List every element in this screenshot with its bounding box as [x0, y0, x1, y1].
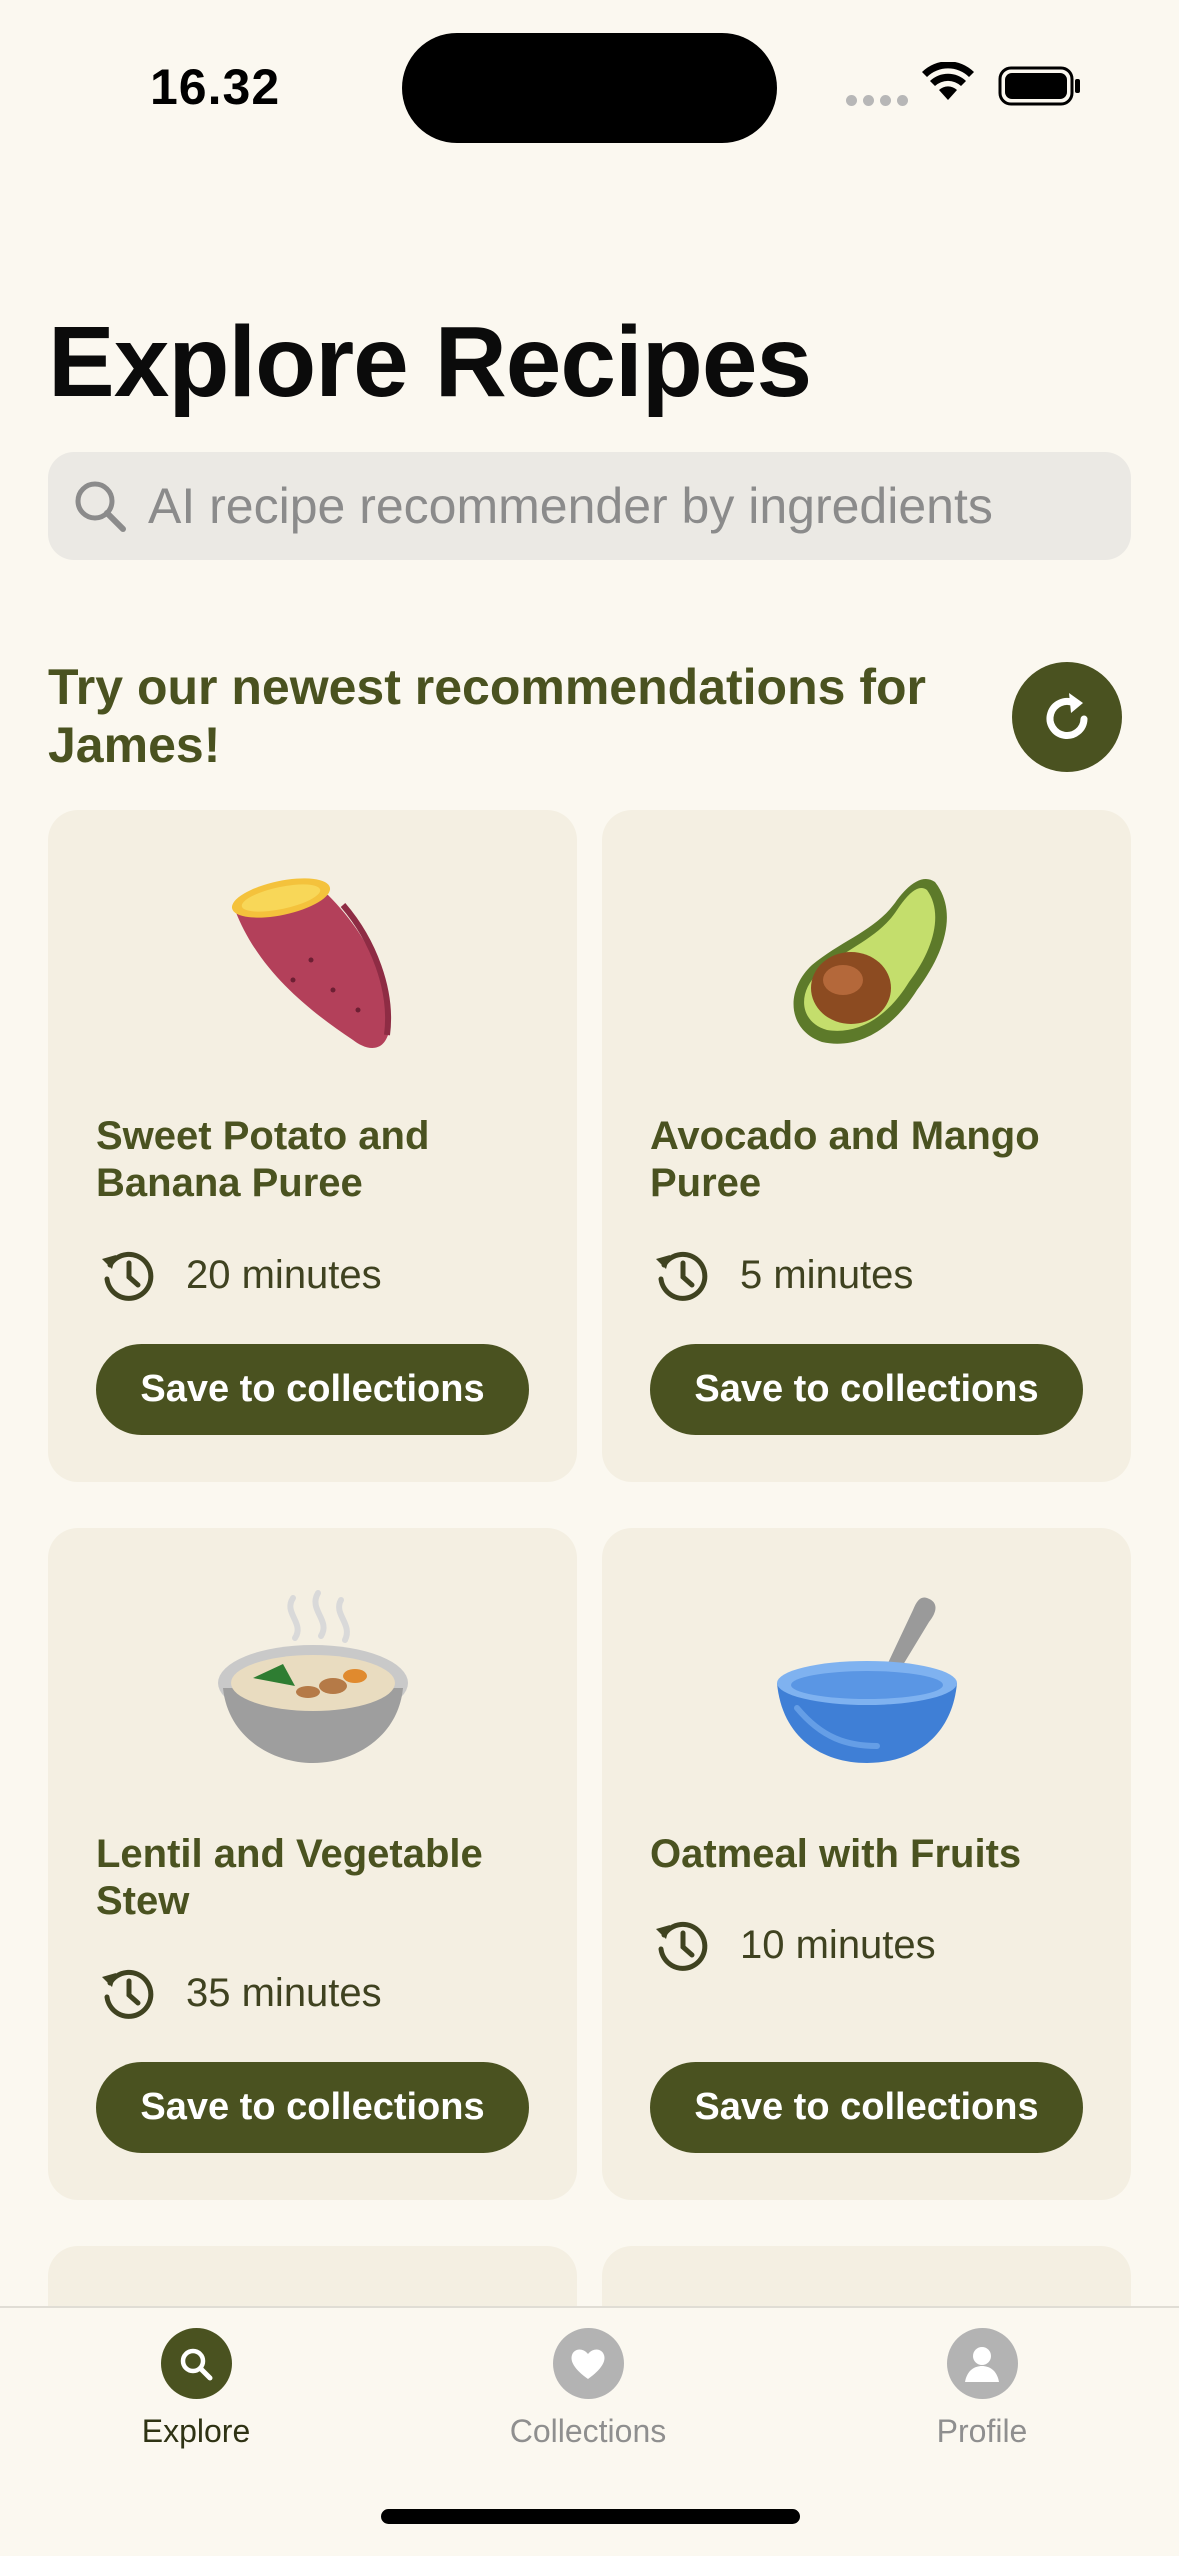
search-icon — [160, 2328, 232, 2399]
recipe-card[interactable]: Lentil and Vegetable Stew 35 minutes Sav… — [48, 1528, 577, 2200]
save-to-collections-button[interactable]: Save to collections — [96, 1344, 529, 1435]
cook-time: 10 minutes — [650, 1913, 936, 1977]
tab-collections-label: Collections — [509, 2413, 667, 2449]
stew-bowl-icon — [48, 1588, 577, 1778]
tab-profile[interactable]: Profile — [862, 2328, 1102, 2450]
battery-icon — [998, 66, 1080, 106]
tab-collections[interactable]: Collections — [468, 2328, 708, 2450]
sweet-potato-icon — [48, 870, 577, 1060]
avocado-icon — [602, 870, 1131, 1060]
recipe-card[interactable]: Sweet Potato and Banana Puree 20 minutes… — [48, 810, 577, 1482]
cook-time: 35 minutes — [96, 1961, 382, 2025]
cellular-signal-icon — [846, 95, 908, 106]
cook-time-text: 20 minutes — [186, 1252, 382, 1297]
history-clock-icon — [650, 1243, 714, 1307]
save-to-collections-button[interactable]: Save to collections — [96, 2062, 529, 2153]
search-placeholder: AI recipe recommender by ingredients — [148, 478, 993, 534]
save-to-collections-button[interactable]: Save to collections — [650, 1344, 1083, 1435]
home-indicator[interactable] — [381, 2509, 800, 2524]
history-clock-icon — [650, 1913, 714, 1977]
cook-time-text: 5 minutes — [740, 1252, 914, 1297]
recipe-name: Lentil and Vegetable Stew — [96, 1832, 483, 1923]
search-input[interactable]: AI recipe recommender by ingredients — [48, 452, 1131, 560]
wifi-icon — [922, 62, 974, 100]
refresh-button[interactable] — [1012, 662, 1122, 772]
recommendations-heading: Try our newest recommendations for James… — [48, 659, 926, 773]
tab-explore-label: Explore — [141, 2413, 251, 2449]
cook-time: 20 minutes — [96, 1243, 382, 1307]
save-to-collections-button[interactable]: Save to collections — [650, 2062, 1083, 2153]
tab-explore[interactable]: Explore — [76, 2328, 316, 2450]
recipe-card[interactable]: Avocado and Mango Puree 5 minutes Save t… — [602, 810, 1131, 1482]
recipe-card[interactable]: Oatmeal with Fruits 10 minutes Save to c… — [602, 1528, 1131, 2200]
heart-icon — [552, 2328, 624, 2399]
refresh-icon — [1046, 693, 1088, 739]
recipe-name: Sweet Potato and Banana Puree — [96, 1114, 430, 1205]
person-icon — [946, 2328, 1018, 2399]
page-title: Explore Recipes — [48, 306, 812, 418]
history-clock-icon — [96, 1243, 160, 1307]
history-clock-icon — [96, 1961, 160, 2025]
cook-time-text: 35 minutes — [186, 1970, 382, 2015]
explore-screen: 16.32 Explore Recipes AI recipe recommen… — [0, 0, 1179, 2556]
cook-time-text: 10 minutes — [740, 1922, 936, 1967]
cook-time: 5 minutes — [650, 1243, 913, 1307]
dynamic-island — [402, 33, 777, 143]
status-time: 16.32 — [150, 59, 281, 115]
bowl-with-spoon-icon — [602, 1588, 1131, 1778]
search-icon — [70, 476, 130, 536]
recipe-name: Oatmeal with Fruits — [650, 1832, 1022, 1876]
recipe-name: Avocado and Mango Puree — [650, 1114, 1040, 1205]
tab-profile-label: Profile — [936, 2413, 1028, 2449]
